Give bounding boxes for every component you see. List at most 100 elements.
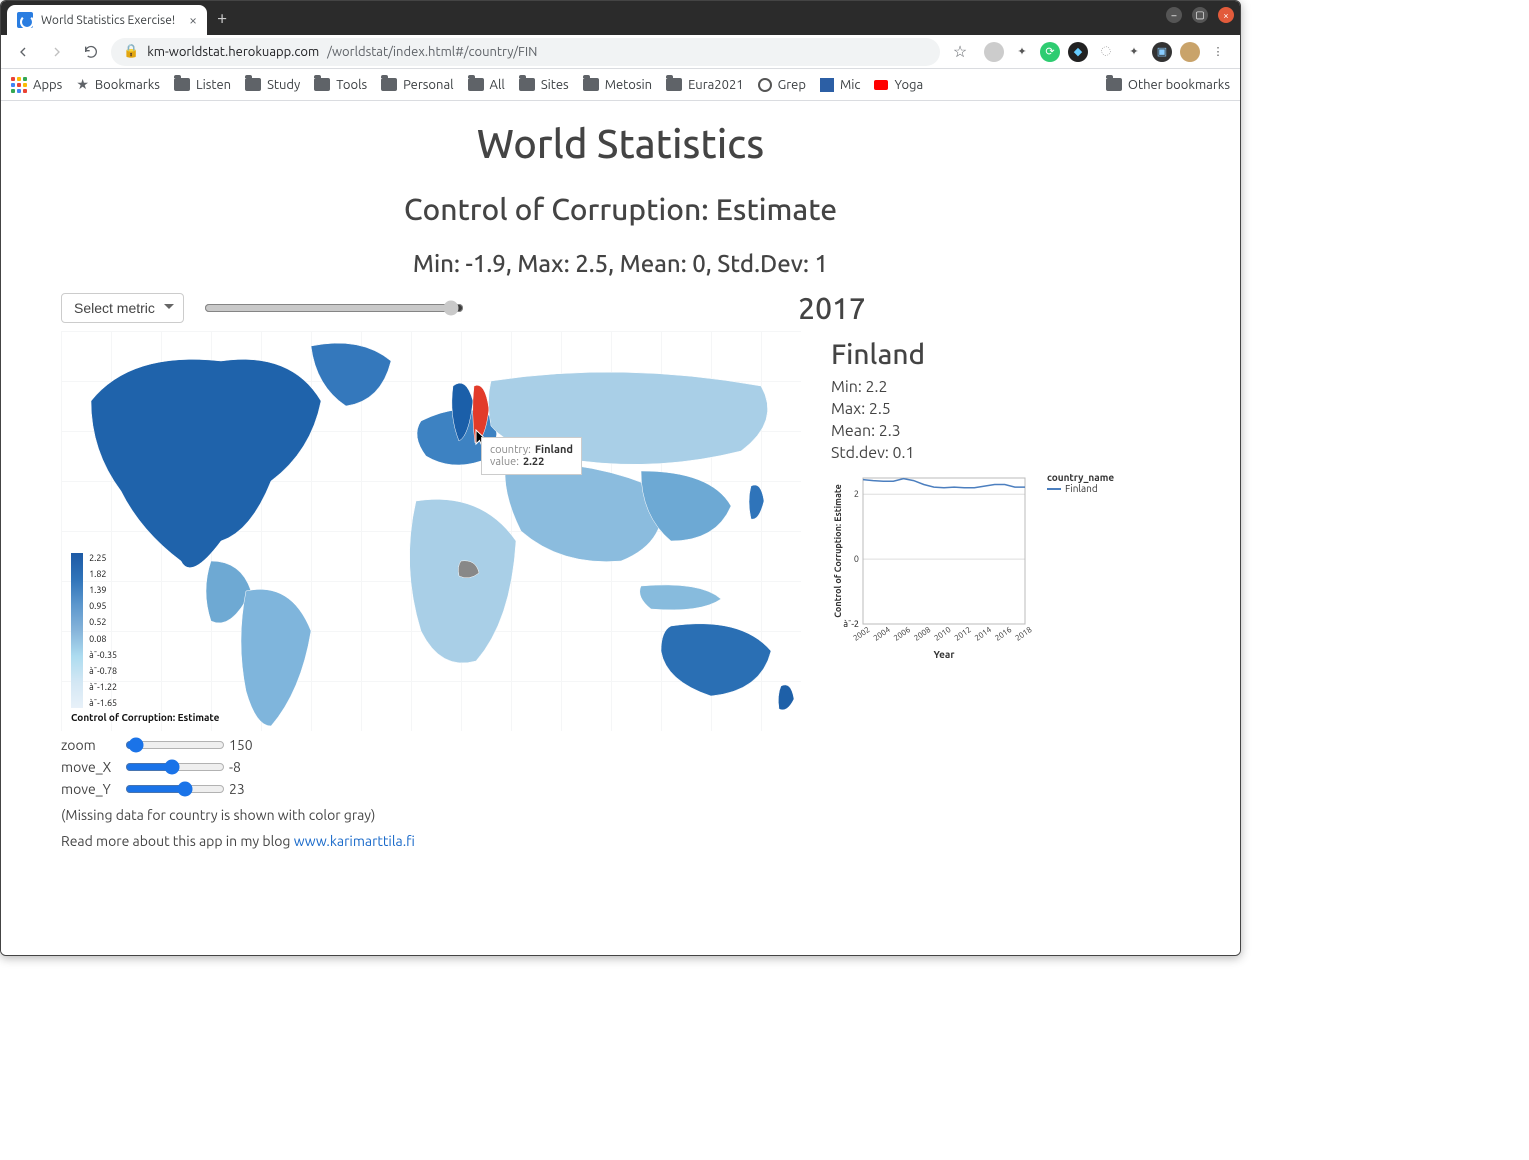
folder-icon	[314, 78, 330, 91]
bookmark-study[interactable]: Study	[245, 78, 300, 92]
country-max: Max: 2.5	[831, 400, 1041, 418]
move-y-slider-row: move_Y 23	[61, 781, 801, 797]
svg-text:2004: 2004	[872, 625, 892, 643]
nav-back-icon[interactable]	[9, 38, 37, 66]
bookmark-label: Apps	[33, 78, 62, 92]
new-tab-button[interactable]: +	[207, 8, 237, 28]
move-x-value: -8	[229, 759, 241, 775]
svg-text:2008: 2008	[912, 625, 932, 643]
bookmark-label: Eura2021	[688, 78, 744, 92]
ext-icon-3[interactable]: ⟳	[1040, 42, 1060, 62]
ext-icon-1[interactable]	[984, 42, 1004, 62]
page-title: World Statistics	[61, 121, 1180, 166]
controls-row: Select metric 2017	[61, 291, 1180, 325]
svg-text:2006: 2006	[892, 625, 912, 643]
country-std: Std.dev: 0.1	[831, 444, 1041, 462]
year-slider-wrap	[204, 300, 464, 316]
ext-icon-7[interactable]: ▣	[1152, 42, 1172, 62]
grep-icon	[758, 78, 772, 92]
bookmarks-bar: Apps ★Bookmarks Listen Study Tools Perso…	[1, 69, 1240, 101]
folder-icon	[1106, 78, 1122, 91]
metric-select-wrap: Select metric	[61, 293, 184, 323]
bookmark-label: Yoga	[894, 78, 923, 92]
bookmark-label: Grep	[778, 78, 806, 92]
move-y-slider[interactable]	[125, 781, 225, 797]
bookmark-label: Sites	[541, 78, 569, 92]
bookmark-yoga[interactable]: Yoga	[874, 78, 923, 92]
ext-icon-4[interactable]: ◆	[1068, 42, 1088, 62]
bookmark-label: Mic	[840, 78, 861, 92]
viewport[interactable]: World Statistics Control of Corruption: …	[1, 101, 1240, 955]
svg-text:2012: 2012	[953, 625, 973, 643]
svg-text:Control of Corruption: Estimat: Control of Corruption: Estimate	[833, 484, 843, 618]
tab-title: World Statistics Exercise!	[41, 14, 175, 27]
svg-text:2: 2	[854, 489, 859, 499]
zoom-value: 150	[229, 737, 253, 753]
nav-reload-icon[interactable]	[77, 38, 105, 66]
bookmark-tools[interactable]: Tools	[314, 78, 367, 92]
country-line-chart[interactable]: 20à¯-2à¯-2200220042006200820102012201420…	[831, 472, 1041, 672]
bookmark-label: Study	[267, 78, 300, 92]
url-path: /worldstat/index.html#/country/FIN	[327, 45, 537, 59]
metric-title: Control of Corruption: Estimate	[61, 192, 1180, 226]
world-map[interactable]: country:Finland value:2.22 2.251.821.390…	[61, 331, 801, 731]
move-y-label: move_Y	[61, 781, 121, 797]
move-y-value: 23	[229, 781, 245, 797]
map-legend: 2.251.821.390.950.520.08à¯-0.35à¯-0.78à¯…	[71, 553, 219, 723]
folder-icon	[245, 78, 261, 91]
tab-close-icon[interactable]: ×	[189, 13, 197, 27]
svg-text:à¯-2: à¯-2	[843, 619, 859, 629]
kebab-menu-icon[interactable]: ⋮	[1208, 42, 1228, 62]
bookmark-all[interactable]: All	[468, 78, 505, 92]
move-x-slider-row: move_X -8	[61, 759, 801, 775]
nav-forward-icon[interactable]	[43, 38, 71, 66]
bookmark-label: Tools	[336, 78, 367, 92]
blog-link[interactable]: www.karimarttila.fi	[294, 833, 415, 849]
metric-select[interactable]: Select metric	[61, 293, 184, 323]
move-x-slider[interactable]	[125, 759, 225, 775]
extension-icons: ✦ ⟳ ◆ ◌ ✦ ▣ ⋮	[980, 42, 1232, 62]
bookmark-label: Listen	[196, 78, 231, 92]
missing-data-note: (Missing data for country is shown with …	[61, 807, 801, 823]
window-close-icon[interactable]: ×	[1218, 7, 1234, 23]
folder-icon	[468, 78, 484, 91]
tab-favicon	[17, 12, 33, 28]
bookmark-bookmarks[interactable]: ★Bookmarks	[76, 76, 160, 93]
url-field[interactable]: 🔒 km-worldstat.herokuapp.com/worldstat/i…	[111, 38, 940, 66]
address-bar: 🔒 km-worldstat.herokuapp.com/worldstat/i…	[1, 35, 1240, 69]
zoom-label: zoom	[61, 737, 121, 753]
country-name: Finland	[831, 339, 1041, 370]
legend-swatch	[1047, 488, 1061, 490]
window-controls: – ▢ ×	[1166, 7, 1234, 23]
bookmark-other[interactable]: Other bookmarks	[1106, 78, 1230, 92]
bookmark-sites[interactable]: Sites	[519, 78, 569, 92]
bookmark-label: All	[490, 78, 505, 92]
svg-text:0: 0	[854, 554, 859, 564]
bookmark-grep[interactable]: Grep	[758, 78, 806, 92]
country-min: Min: 2.2	[831, 378, 1041, 396]
svg-text:2016: 2016	[993, 625, 1013, 643]
global-stats: Min: -1.9, Max: 2.5, Mean: 0, Std.Dev: 1	[61, 250, 1180, 277]
bookmark-star-icon[interactable]: ☆	[946, 38, 974, 66]
extensions-puzzle-icon[interactable]: ✦	[1124, 42, 1144, 62]
profile-avatar[interactable]	[1180, 42, 1200, 62]
bookmark-listen[interactable]: Listen	[174, 78, 231, 92]
ext-icon-5[interactable]: ◌	[1096, 42, 1116, 62]
svg-text:2018: 2018	[1014, 625, 1034, 643]
bookmark-metosin[interactable]: Metosin	[583, 78, 652, 92]
bookmark-personal[interactable]: Personal	[381, 78, 453, 92]
bookmark-apps[interactable]: Apps	[11, 77, 62, 93]
year-slider[interactable]	[204, 300, 464, 316]
zoom-slider[interactable]	[125, 737, 225, 753]
bookmark-eura2021[interactable]: Eura2021	[666, 78, 744, 92]
chart-legend: country_name Finland	[1047, 472, 1114, 494]
map-tooltip: country:Finland value:2.22	[481, 437, 582, 475]
bookmark-mic[interactable]: Mic	[820, 78, 861, 92]
window-maximize-icon[interactable]: ▢	[1192, 7, 1208, 23]
ext-icon-2[interactable]: ✦	[1012, 42, 1032, 62]
window-minimize-icon[interactable]: –	[1166, 7, 1182, 23]
apps-icon	[11, 77, 27, 93]
folder-icon	[666, 78, 682, 91]
url-domain: km-worldstat.herokuapp.com	[147, 45, 319, 59]
browser-tab[interactable]: World Statistics Exercise! ×	[7, 5, 207, 35]
